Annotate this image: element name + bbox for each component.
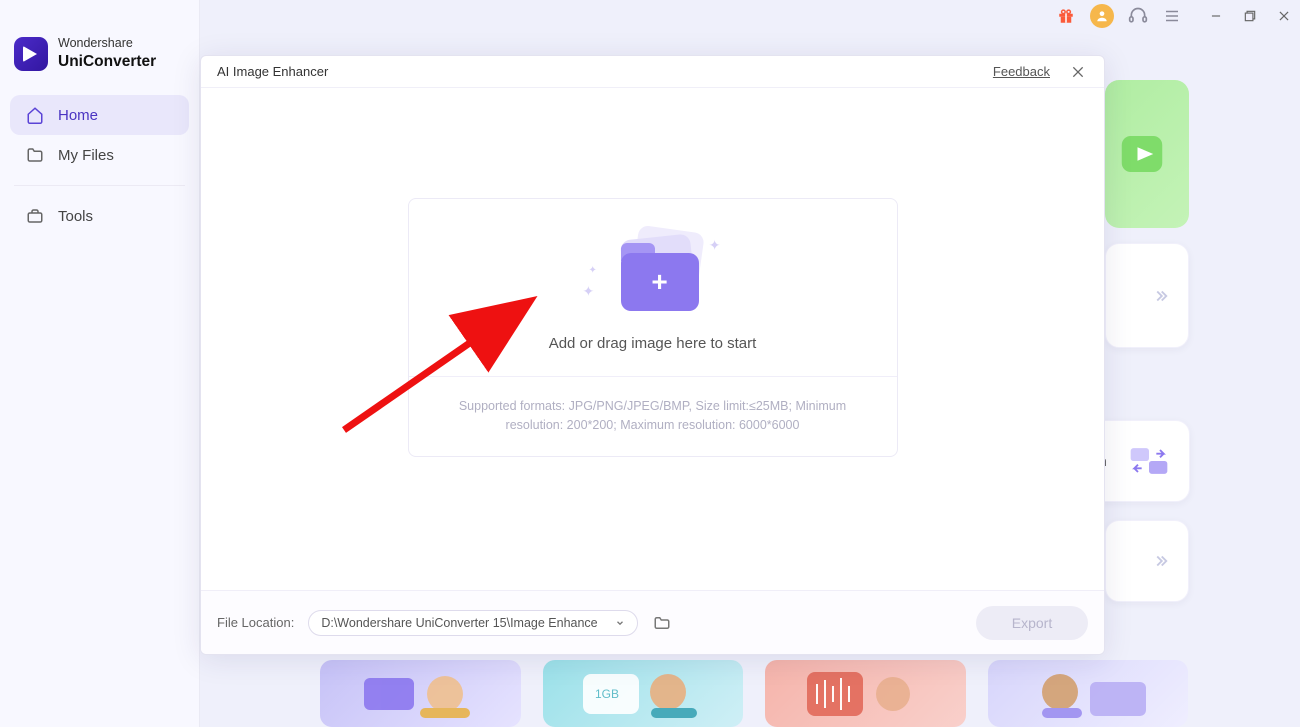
sidebar-item-label: My Files: [58, 147, 114, 164]
bg-thumb-1[interactable]: [320, 660, 521, 727]
add-image-illustration: ✦ ✦ + ✦: [583, 229, 723, 319]
drop-zone[interactable]: ✦ ✦ + ✦ Add or drag image here to start: [409, 199, 897, 376]
window-controls: [1206, 6, 1294, 26]
play-media-icon: [1115, 127, 1169, 181]
window-minimize-button[interactable]: [1206, 6, 1226, 26]
header-actions: [1056, 4, 1294, 28]
chevron-double-right-icon: [1152, 552, 1170, 570]
sidebar-item-label: Tools: [58, 208, 93, 225]
file-location-label: File Location:: [217, 615, 294, 630]
bg-thumb-2[interactable]: 1GB: [543, 660, 744, 727]
bg-tool-card-1[interactable]: [1105, 243, 1189, 348]
export-button[interactable]: Export: [976, 606, 1088, 640]
hamburger-menu-icon[interactable]: [1162, 6, 1182, 26]
sidebar-item-label: Home: [58, 107, 98, 124]
bg-promo-card[interactable]: [1105, 80, 1189, 228]
bg-tool-card-3[interactable]: [1105, 520, 1189, 602]
modal-footer: File Location: D:\Wondershare UniConvert…: [201, 590, 1104, 654]
bg-thumb-4[interactable]: [988, 660, 1189, 727]
modal-title: AI Image Enhancer: [217, 64, 328, 79]
nav-group-main: Home My Files: [0, 95, 199, 175]
brand-line1: Wondershare: [58, 36, 133, 50]
chevron-double-right-icon: [1152, 287, 1170, 305]
bg-thumb-row: 1GB: [320, 660, 1188, 727]
sidebar-item-tools[interactable]: Tools: [10, 196, 189, 236]
drop-prompt-text: Add or drag image here to start: [429, 335, 877, 352]
gift-icon[interactable]: [1056, 6, 1076, 26]
export-button-label: Export: [1012, 615, 1052, 631]
user-avatar[interactable]: [1090, 4, 1114, 28]
window-close-button[interactable]: [1274, 6, 1294, 26]
brand-line2: UniConverter: [58, 52, 156, 71]
home-icon: [26, 106, 44, 124]
ai-image-enhancer-modal: AI Image Enhancer Feedback ✦ ✦ +: [200, 55, 1105, 655]
app-root: Wondershare UniConverter Home My Files: [0, 0, 1300, 727]
modal-header: AI Image Enhancer Feedback: [201, 56, 1104, 88]
brand: Wondershare UniConverter: [0, 4, 199, 95]
nav-separator: [14, 185, 185, 186]
window-maximize-button[interactable]: [1240, 6, 1260, 26]
file-location-path: D:\Wondershare UniConverter 15\Image Enh…: [321, 616, 597, 630]
nav-group-tools: Tools: [0, 196, 199, 236]
bg-thumb-3[interactable]: [765, 660, 966, 727]
folder-icon: [26, 146, 44, 164]
swap-arrows-icon: [1127, 439, 1171, 483]
sidebar-item-my-files[interactable]: My Files: [10, 135, 189, 175]
drop-zone-card: ✦ ✦ + ✦ Add or drag image here to start …: [408, 198, 898, 457]
svg-text:1GB: 1GB: [595, 687, 619, 701]
format-hint-text: Supported formats: JPG/PNG/JPEG/BMP, Siz…: [409, 376, 897, 456]
sidebar: Wondershare UniConverter Home My Files: [0, 0, 200, 727]
brand-text: Wondershare UniConverter: [58, 36, 156, 71]
brand-logo-icon: [14, 37, 48, 71]
toolbox-icon: [26, 207, 44, 225]
file-location-select[interactable]: D:\Wondershare UniConverter 15\Image Enh…: [308, 610, 638, 636]
add-plus-icon: +: [621, 253, 699, 311]
modal-close-button[interactable]: [1068, 62, 1088, 82]
browse-folder-button[interactable]: [652, 613, 672, 633]
sidebar-item-home[interactable]: Home: [10, 95, 189, 135]
modal-body: ✦ ✦ + ✦ Add or drag image here to start …: [201, 88, 1104, 590]
chevron-down-icon: [615, 618, 625, 628]
support-headset-icon[interactable]: [1128, 6, 1148, 26]
feedback-link[interactable]: Feedback: [993, 64, 1050, 79]
